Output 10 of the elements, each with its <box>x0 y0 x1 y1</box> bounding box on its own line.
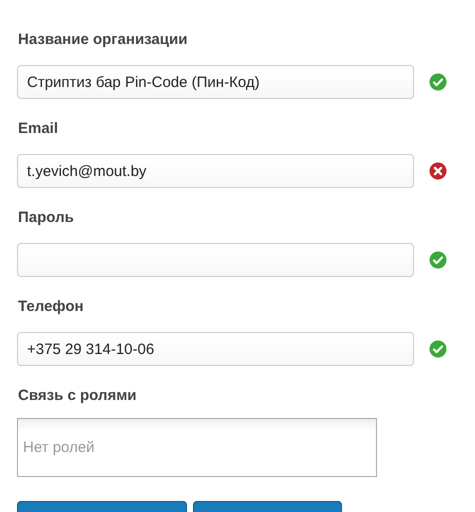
input-field[interactable]: Стриптиз бар Pin-Code (Пин-Код) <box>17 65 414 99</box>
input-field[interactable] <box>17 243 414 277</box>
field-label: Название организации <box>18 30 188 50</box>
field-label: Пароль <box>18 208 75 228</box>
field-label: Телефон <box>18 297 85 317</box>
field-label: Email <box>18 119 60 139</box>
input-field[interactable]: +375 29 314-10-06 <box>17 332 414 366</box>
input-field[interactable]: t.yevich@mout.by <box>17 154 414 188</box>
field-label: Связь с ролями <box>18 386 138 406</box>
roles-field[interactable]: Нет ролей <box>17 418 377 477</box>
